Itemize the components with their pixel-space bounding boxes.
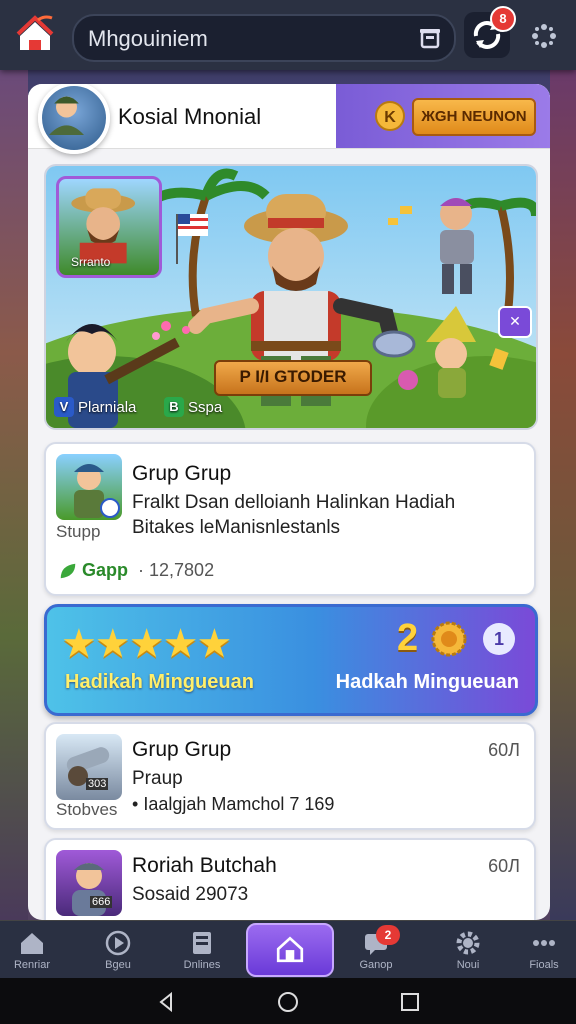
hero-share-button[interactable]: ✕ xyxy=(498,306,532,338)
group-card-1[interactable]: Grup Grup Fralkt Dsan delloianh Halinkan… xyxy=(44,442,536,596)
card1-description: Fralkt Dsan delloianh Halinkan Hadiah Bi… xyxy=(132,492,456,538)
card2-meta-line: • Iaalgjah Mamchol 7 169 xyxy=(132,794,335,814)
hero-chip-left-label: Plarniala xyxy=(78,398,137,416)
rating-right-label: Hadkah Mingueuan xyxy=(335,671,519,693)
card1-title: Grup Grup xyxy=(132,462,232,485)
card1-app-label: Gapp xyxy=(82,560,129,580)
card1-app-row: Gapp · 12,7802 xyxy=(58,560,214,581)
back-icon[interactable] xyxy=(154,990,178,1014)
card2-thumb-badge: 303 xyxy=(86,778,109,790)
search-bar[interactable]: Mhgouiniem xyxy=(72,14,456,62)
sync-button[interactable]: 8 xyxy=(464,6,516,58)
hero-center-button[interactable]: P I/I GTODER xyxy=(214,360,372,396)
leaf-icon xyxy=(60,563,76,578)
hero-character-card[interactable]: Srranto xyxy=(56,176,162,278)
trash-icon[interactable] xyxy=(418,26,442,50)
gear-icon xyxy=(456,931,480,955)
recents-icon[interactable] xyxy=(398,990,422,1014)
apps-grid-icon[interactable] xyxy=(528,20,560,52)
star-rating: ★★★★★ xyxy=(61,622,232,666)
rating-number-badge: 1 xyxy=(483,623,515,655)
avatar[interactable] xyxy=(38,84,110,154)
soldier-avatar-icon xyxy=(49,96,84,135)
nav-label-5: Noui xyxy=(456,959,480,971)
nav-chat-badge: 2 xyxy=(376,925,400,945)
left-game-art xyxy=(0,70,28,920)
main-panel: Kosial Mnonial K ЖGH NEUNON Srranto P I/… xyxy=(28,84,550,920)
right-game-art xyxy=(550,70,576,920)
nav-label-1: Bgeu xyxy=(105,959,131,971)
card2-subtitle: Stobves xyxy=(56,800,118,819)
card2-title: Grup Grup xyxy=(132,738,232,761)
nav-item-2[interactable]: Dnlines xyxy=(170,921,234,979)
card3-description: Sosaid 29073 xyxy=(132,884,249,905)
v-badge-icon: V xyxy=(54,397,74,417)
profile-bar: Kosial Mnonial K ЖGH NEUNON xyxy=(28,84,550,154)
group-card-3[interactable]: 666 Roriah Butchah Sosaid 29073 60Л xyxy=(44,838,536,920)
card1-thumbnail xyxy=(56,454,122,520)
hero-chip-right[interactable]: B Sspa xyxy=(164,396,222,418)
book-icon xyxy=(193,932,211,954)
bottom-navigation: Renriar Bgeu Dnlines 2 Ganop Noui Fioals xyxy=(0,920,576,979)
profile-name: Kosial Mnonial xyxy=(118,104,262,129)
gear-coin-icon xyxy=(431,621,467,657)
app-logo-icon[interactable] xyxy=(14,14,56,56)
card3-thumb-badge: 666 xyxy=(90,896,113,908)
hero-chip-right-label: Sspa xyxy=(188,398,223,416)
nav-item-1[interactable]: Bgeu xyxy=(86,921,150,979)
system-navigation-bar xyxy=(0,978,576,1024)
coin-button[interactable]: ЖGH NEUNON xyxy=(412,98,536,136)
nav-label-4: Ganop xyxy=(359,959,393,971)
card3-title: Roriah Butchah xyxy=(132,854,277,877)
nav-item-0[interactable]: Renriar xyxy=(0,921,64,979)
card3-right-meta: 60Л xyxy=(488,856,520,876)
nav-item-4[interactable]: 2 Ganop xyxy=(344,921,408,979)
nav-label-0: Renriar xyxy=(13,959,51,971)
b-badge-icon: B xyxy=(164,397,184,417)
nav-item-6[interactable]: Fioals xyxy=(512,921,576,979)
search-text: Mhgouiniem xyxy=(88,26,208,51)
home-active-icon xyxy=(276,936,304,963)
rating-count: 2 xyxy=(397,617,419,659)
coin-icon: K xyxy=(375,101,405,131)
nav-label-6: Fioals xyxy=(529,959,559,971)
card2-meta-text: Iaalgjah Mamchol 7 169 xyxy=(143,794,335,814)
hero-banner[interactable]: Srranto P I/I GTODER V Plarniala B Sspa … xyxy=(44,164,538,430)
home-icon xyxy=(21,933,43,954)
hero-chip-left[interactable]: V Plarniala xyxy=(54,396,136,418)
soldier-thumbnail-icon xyxy=(74,464,120,518)
rating-left-label: Hadikah Mingueuan xyxy=(65,671,254,693)
home-circle-icon[interactable] xyxy=(276,990,300,1014)
card1-meta: · 12,7802 xyxy=(138,560,215,580)
svg-text:K: K xyxy=(384,109,396,126)
play-icon xyxy=(105,930,131,956)
card2-thumbnail: 303 xyxy=(56,734,122,800)
rating-banner[interactable]: ★★★★★ 2 1 Hadikah Mingueuan Hadkah Mingu… xyxy=(44,604,538,716)
more-icon xyxy=(533,940,555,946)
card2-right-meta: 60Л xyxy=(488,740,520,760)
card2-description: Praup xyxy=(132,768,183,789)
cannon-thumbnail-icon xyxy=(66,747,110,786)
group-card-2[interactable]: 303 Grup Grup Praup • Iaalgjah Mamchol 7… xyxy=(44,722,536,830)
share-icon: ✕ xyxy=(509,313,521,329)
card3-thumbnail: 666 xyxy=(56,850,122,916)
top-bar: Mhgouiniem 8 xyxy=(0,0,576,70)
card1-subtitle: Stupp xyxy=(56,522,101,541)
nav-item-home-active[interactable] xyxy=(246,923,334,977)
nav-label-2: Dnlines xyxy=(183,959,221,971)
sync-badge: 8 xyxy=(490,6,516,32)
hero-card-label: Srranto xyxy=(71,255,111,269)
nav-item-5[interactable]: Noui xyxy=(436,921,500,979)
profile-action-area: K ЖGH NEUNON xyxy=(336,84,550,148)
